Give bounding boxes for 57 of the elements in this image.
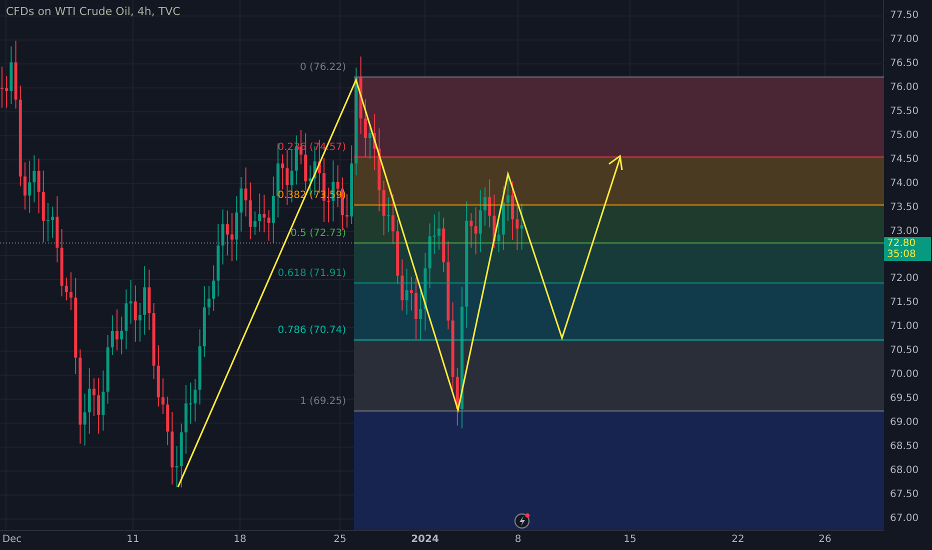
time-axis-label: 25 [334,534,346,545]
fib-level-label: 1 (69.25) [300,396,346,407]
candle [70,272,72,311]
lightning-icon[interactable] [514,513,530,529]
time-axis-label: 18 [234,534,246,545]
price-axis-label: 69.00 [889,417,919,430]
price-axis-label: 68.00 [889,465,919,478]
bar-countdown: 35:08 [887,249,917,260]
candle [138,302,142,342]
fib-level-label: 0.786 (70.74) [278,325,346,336]
price-axis-label: 77.00 [889,34,919,46]
time-axis-label: 11 [126,534,140,545]
candle [346,194,348,228]
price-axis-label: 74.50 [889,154,919,166]
price-axis-label: 67.50 [889,489,919,501]
price-axis-label: 73.50 [889,202,919,214]
candle [92,378,96,417]
price-axis-label: 68.50 [889,441,919,454]
fib-level-label: 0.618 (71.91) [278,268,346,279]
price-axis-label: 77.50 [889,10,919,22]
fib-level-label: 0 (76.22) [300,62,346,73]
price-axis-label: 71.00 [889,321,919,334]
candle [230,212,234,262]
price-axis-label: 75.50 [889,106,919,118]
price-axis-label: 72.00 [889,273,919,286]
price-axis-label: 75.00 [889,130,919,142]
candle [208,286,210,316]
price-axis-label: 70.00 [889,369,919,382]
candle [116,308,118,351]
candle [184,384,188,454]
time-axis-label: 2024 [411,534,439,545]
price-axis-label: 69.50 [889,393,919,406]
last-price: 72.80 [887,238,917,249]
time-axis-label: 15 [624,534,636,545]
price-axis-label: 76.50 [889,58,919,70]
candle [414,278,418,340]
time-axis-label: Dec [2,534,22,545]
candle [162,378,164,414]
chart-title: CFDs on WTI Crude Oil, 4h, TVC [6,5,180,18]
candle [0,66,4,108]
price-axis-label: 71.50 [889,297,919,310]
candle [46,202,50,242]
fib-level-label: 0.5 (72.73) [290,228,346,239]
price-axis-label: 70.50 [889,345,919,358]
price-axis-label: 74.00 [889,178,919,190]
candle [484,186,486,226]
candle [254,211,256,236]
candle [438,211,440,250]
candle [368,125,372,160]
time-axis-label: 22 [732,534,744,545]
time-axis-label: 8 [514,534,522,545]
price-axis-label: 76.00 [889,82,919,94]
candle [392,194,394,244]
price-axis-label: 73.00 [889,226,919,238]
candle [24,162,26,210]
time-axis-label: 26 [818,534,832,545]
price-axis-label: 67.00 [889,512,919,525]
